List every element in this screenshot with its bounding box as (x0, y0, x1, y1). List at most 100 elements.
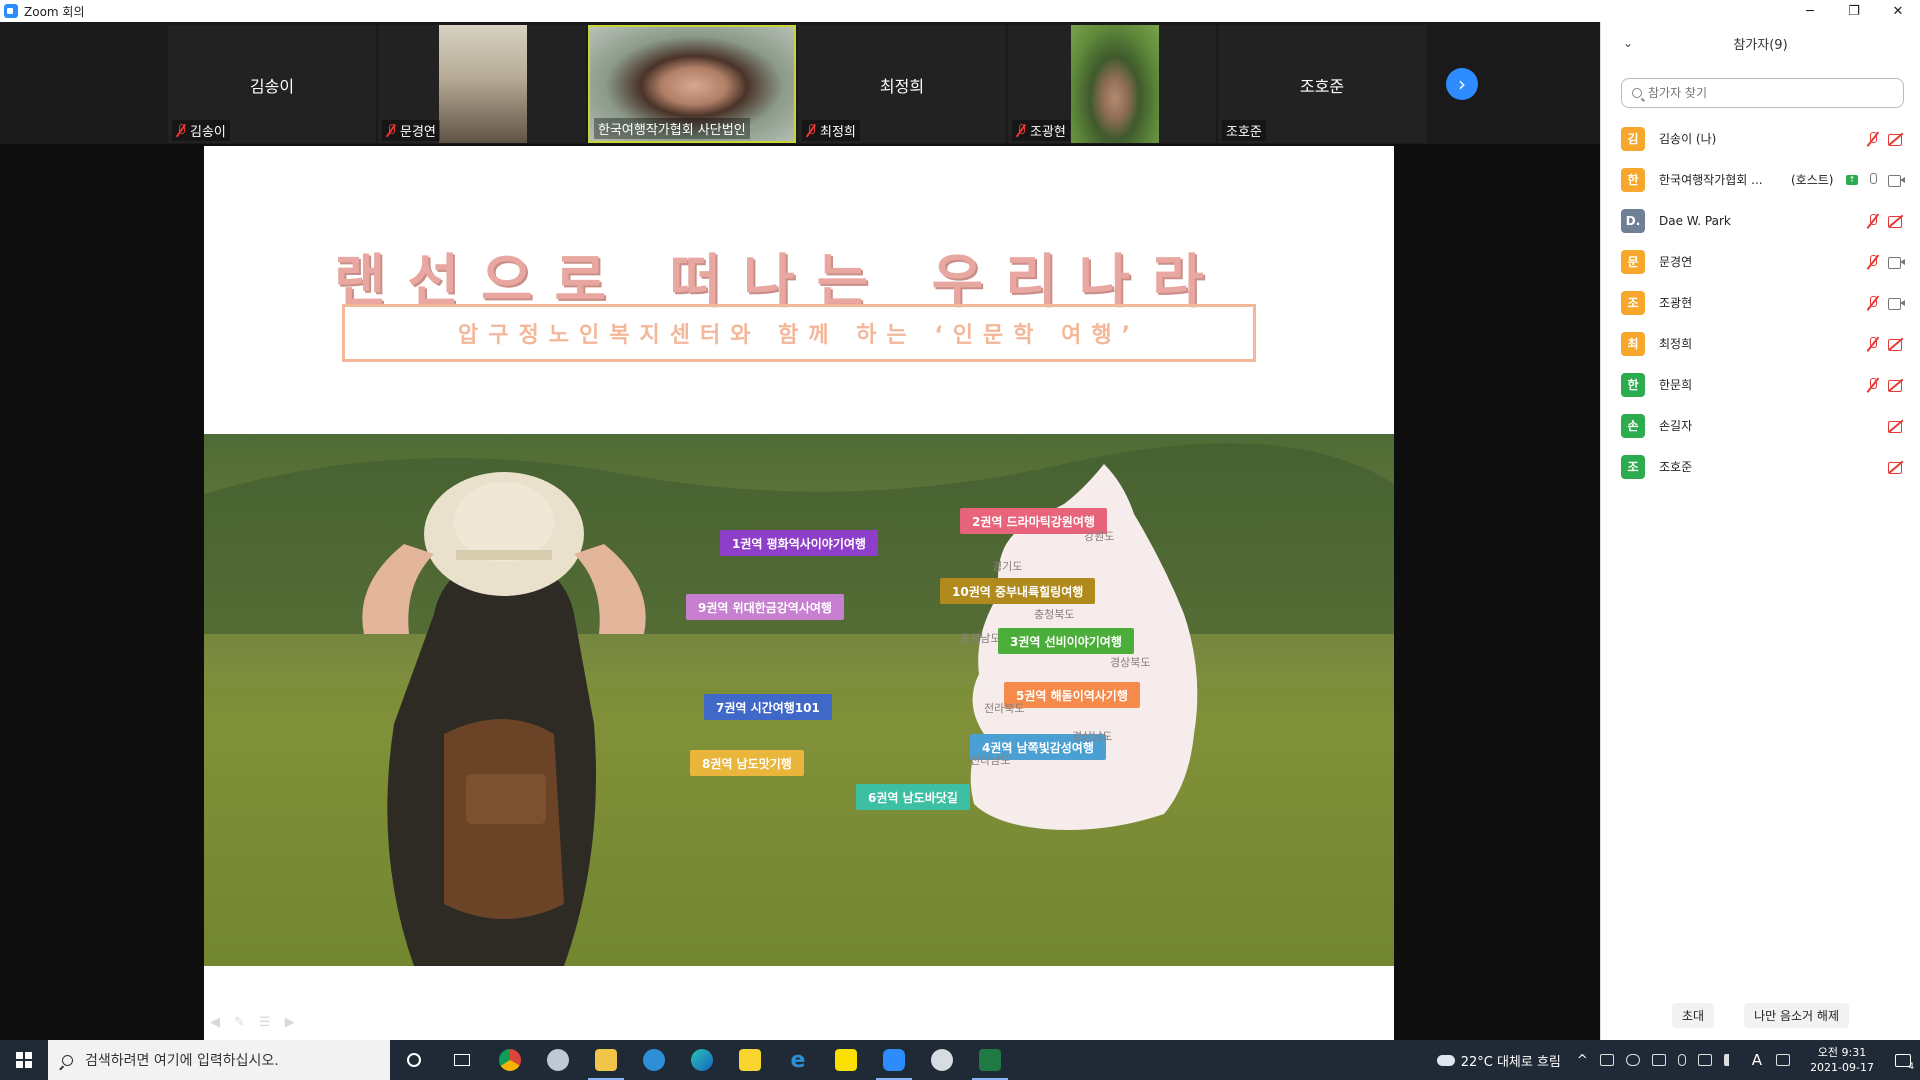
video-on-icon[interactable] (1888, 296, 1906, 310)
invite-button[interactable]: 초대 (1671, 1003, 1715, 1028)
tile-name: 조호준 (1226, 125, 1262, 140)
search-icon (62, 1054, 73, 1066)
participant-search-input[interactable] (1648, 86, 1888, 100)
zoom-icon[interactable] (870, 1040, 918, 1080)
app-icon[interactable] (630, 1040, 678, 1080)
video-off-icon[interactable] (1888, 337, 1906, 351)
participant-name: 김송이 (나) (1659, 132, 1717, 146)
windows-logo-icon (16, 1052, 32, 1068)
video-off-icon[interactable] (1888, 214, 1906, 228)
gallery-next-arrow-icon[interactable]: › (1446, 68, 1478, 100)
network-icon[interactable] (1697, 1054, 1712, 1066)
participant-row[interactable]: 한 한문희 (1601, 364, 1920, 405)
video-tile[interactable]: 조광현 (1008, 25, 1216, 143)
mic-muted-icon[interactable] (1866, 213, 1880, 229)
notification-count: 4 (1908, 1062, 1914, 1072)
tile-name-tag: 최정희 (802, 120, 860, 141)
participant-row[interactable]: 손 손길자 (1601, 405, 1920, 446)
slide-background-photo: 1권역 평화역사이야기여행 2권역 드라마틱강원여행 10권역 중부내륙힐링여행… (204, 434, 1394, 966)
video-off-icon[interactable] (1888, 419, 1906, 433)
mic-muted-icon[interactable] (1866, 131, 1880, 147)
participant-status-icons (1866, 213, 1906, 229)
video-tile[interactable]: 김송이 김송이 (168, 25, 376, 143)
province-name: 강원도 (1084, 530, 1115, 543)
weather-text: 22°C 대체로 흐림 (1460, 1054, 1561, 1070)
kakaotalk-icon[interactable] (822, 1040, 870, 1080)
tray-app-icon[interactable] (1651, 1054, 1666, 1066)
close-button[interactable]: ✕ (1876, 0, 1920, 22)
video-tile[interactable]: 문경연 (378, 25, 586, 143)
shared-screen-area: 랜선으로 떠나는 우리나라 압구정노인복지센터와 함께 하는 ‘인문학 여행’ (0, 144, 1600, 1040)
mic-muted-icon[interactable] (1866, 377, 1880, 393)
notification-center-icon[interactable]: 4 (1886, 1040, 1920, 1080)
taskbar-search-box[interactable]: 검색하려면 여기에 입력하십시오. (48, 1040, 390, 1080)
participant-row[interactable]: 문 문경연 (1601, 241, 1920, 282)
cloud-icon (1436, 1054, 1455, 1066)
tile-name: 조광현 (1030, 125, 1066, 140)
sticky-notes-icon[interactable] (726, 1040, 774, 1080)
menu-icon[interactable]: ☰ (259, 1015, 271, 1030)
video-on-icon[interactable] (1888, 255, 1906, 269)
microphone-icon[interactable] (1677, 1054, 1686, 1066)
region-label-10: 10권역 중부내륙힐링여행 (940, 578, 1096, 604)
onedrive-icon[interactable] (1625, 1054, 1640, 1066)
video-tile[interactable]: 조호준 조호준 (1218, 25, 1426, 143)
cortana-icon[interactable] (390, 1040, 438, 1080)
tile-name: 문경연 (400, 125, 436, 140)
tile-name-tag: 김송이 (172, 120, 230, 141)
participant-row[interactable]: 김 김송이 (나) (1601, 118, 1920, 159)
region-label-1: 1권역 평화역사이야기여행 (720, 530, 878, 556)
participant-row[interactable]: 한 한국여행작가협회 ... (호스트) ↑ (1601, 159, 1920, 200)
keyboard-icon[interactable] (1776, 1054, 1791, 1066)
mic-muted-icon[interactable] (1866, 295, 1880, 311)
prev-slide-icon[interactable]: ◀ (210, 1015, 220, 1030)
mic-muted-icon[interactable] (1866, 254, 1880, 270)
zoom-app-icon (4, 4, 18, 18)
tray-app-icon[interactable] (1599, 1054, 1614, 1066)
video-tile[interactable]: 최정희 최정희 (798, 25, 1006, 143)
app-icon[interactable] (534, 1040, 582, 1080)
mic-muted-icon[interactable] (1866, 336, 1880, 352)
start-button[interactable] (0, 1040, 48, 1080)
restore-button[interactable]: ❐ (1832, 0, 1876, 22)
tile-name: 한국여행작가협회 사단법인 (598, 123, 746, 138)
volume-icon[interactable] (1723, 1054, 1738, 1066)
participant-row[interactable]: 최 최정희 (1601, 323, 1920, 364)
ime-indicator[interactable]: A (1752, 1051, 1762, 1069)
task-view-icon[interactable] (438, 1040, 486, 1080)
chevron-down-icon[interactable]: ⌄ (1623, 36, 1633, 50)
avatar: 조 (1621, 290, 1645, 315)
participant-name: 한국여행작가협회 ... (1659, 173, 1763, 187)
file-explorer-icon[interactable] (582, 1040, 630, 1080)
video-off-icon[interactable] (1888, 378, 1906, 392)
participant-row[interactable]: 조 조광현 (1601, 282, 1920, 323)
mic-muted-icon (176, 124, 186, 137)
paint-icon[interactable] (918, 1040, 966, 1080)
region-label-6: 6권역 남도바닷길 (856, 784, 970, 810)
pen-icon[interactable]: ✎ (234, 1015, 245, 1030)
window-titlebar: Zoom 회의 ─ ❐ ✕ (0, 0, 1920, 22)
chrome-icon[interactable] (486, 1040, 534, 1080)
participant-row[interactable]: 조 조호준 (1601, 446, 1920, 487)
video-on-icon[interactable] (1888, 173, 1906, 187)
taskbar-clock[interactable]: 오전 9:31 2021-09-17 (1810, 1045, 1874, 1075)
edge-icon[interactable] (678, 1040, 726, 1080)
region-label-9: 9권역 위대한금강역사여행 (686, 594, 844, 620)
weather-widget[interactable]: 22°C 대체로 흐림 (1436, 1051, 1561, 1070)
video-off-icon[interactable] (1888, 460, 1906, 474)
province-name: 경상북도 (1110, 656, 1151, 669)
internet-explorer-icon[interactable]: e (774, 1040, 822, 1080)
next-slide-icon[interactable]: ▶ (285, 1015, 295, 1030)
video-off-icon[interactable] (1888, 132, 1906, 146)
chevron-up-icon[interactable]: ^ (1577, 1053, 1588, 1068)
participant-row[interactable]: D. Dae W. Park (1601, 200, 1920, 241)
participant-name: 문경연 (1659, 255, 1693, 269)
unmute-me-button[interactable]: 나만 음소거 해제 (1744, 1003, 1849, 1028)
video-tile-active-speaker[interactable]: 한국여행작가협회 사단법인 (588, 25, 796, 143)
participant-search[interactable] (1621, 78, 1904, 108)
mic-on-icon[interactable] (1866, 172, 1880, 188)
participant-status-icons (1866, 254, 1906, 270)
minimize-button[interactable]: ─ (1788, 0, 1832, 22)
system-tray: 22°C 대체로 흐림 ^ A 오전 9:31 2021-09-17 4 (1436, 1040, 1920, 1080)
excel-icon[interactable] (966, 1040, 1014, 1080)
